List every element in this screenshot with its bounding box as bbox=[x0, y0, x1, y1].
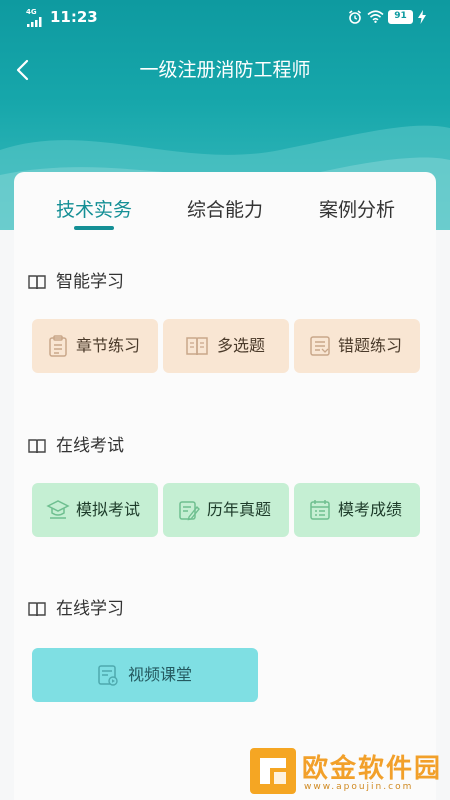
watermark-logo bbox=[250, 748, 296, 794]
charging-icon bbox=[418, 10, 426, 24]
section-title: 智能学习 bbox=[56, 272, 124, 292]
status-bar: 4G 11:23 91 bbox=[0, 0, 450, 34]
content-card: 技术实务 综合能力 案例分析 智能学习 章节练习 多选题 错题练习 在线考试 模… bbox=[14, 172, 436, 800]
section-online-exam: 在线考试 bbox=[28, 434, 228, 460]
book-icon bbox=[186, 337, 208, 356]
signal-icon bbox=[27, 17, 42, 27]
clock: 11:23 bbox=[50, 8, 98, 26]
battery-level: 91 bbox=[388, 10, 413, 24]
book-open-icon bbox=[28, 439, 46, 454]
past-papers-button[interactable]: 历年真题 bbox=[163, 483, 289, 537]
watermark: 欧金软件园 www.apoujin.com bbox=[250, 746, 450, 800]
pen-paper-icon bbox=[179, 501, 200, 521]
multiple-choice-button[interactable]: 多选题 bbox=[163, 319, 289, 373]
button-label: 历年真题 bbox=[207, 500, 272, 519]
button-label: 视频课堂 bbox=[128, 665, 193, 684]
button-label: 章节练习 bbox=[76, 336, 141, 355]
watermark-url: www.apoujin.com bbox=[304, 782, 414, 792]
book-open-icon bbox=[28, 275, 46, 290]
section-online-learning: 在线学习 bbox=[28, 597, 228, 623]
document-icon bbox=[310, 336, 330, 356]
tab-comprehensive-ability[interactable]: 综合能力 bbox=[165, 196, 285, 224]
alarm-icon bbox=[349, 10, 361, 24]
button-label: 模考成绩 bbox=[338, 500, 403, 519]
page-title: 一级注册消防工程师 bbox=[139, 59, 311, 81]
calendar-list-icon bbox=[310, 500, 330, 520]
section-title: 在线考试 bbox=[56, 436, 124, 456]
graduation-cap-icon bbox=[46, 500, 70, 519]
button-label: 错题练习 bbox=[338, 336, 403, 355]
tab-case-analysis[interactable]: 案例分析 bbox=[297, 196, 417, 224]
clipboard-list-icon bbox=[49, 335, 67, 357]
subject-tabs: 技术实务 综合能力 案例分析 bbox=[14, 172, 436, 242]
chapter-practice-button[interactable]: 章节练习 bbox=[32, 319, 158, 373]
tab-technical-practice[interactable]: 技术实务 bbox=[34, 196, 154, 224]
mock-score-button[interactable]: 模考成绩 bbox=[294, 483, 420, 537]
book-open-icon bbox=[28, 602, 46, 617]
active-tab-indicator bbox=[74, 226, 114, 230]
button-label: 模拟考试 bbox=[76, 500, 141, 519]
network-type: 4G bbox=[26, 8, 37, 16]
wrong-question-practice-button[interactable]: 错题练习 bbox=[294, 319, 420, 373]
section-title: 在线学习 bbox=[56, 599, 124, 619]
video-document-icon bbox=[98, 665, 118, 686]
mock-exam-button[interactable]: 模拟考试 bbox=[32, 483, 158, 537]
video-class-button[interactable]: 视频课堂 bbox=[32, 648, 258, 702]
section-smart-learning: 智能学习 bbox=[28, 270, 228, 296]
button-label: 多选题 bbox=[217, 336, 266, 355]
watermark-text: 欧金软件园 bbox=[302, 754, 443, 784]
wifi-icon bbox=[367, 10, 384, 23]
